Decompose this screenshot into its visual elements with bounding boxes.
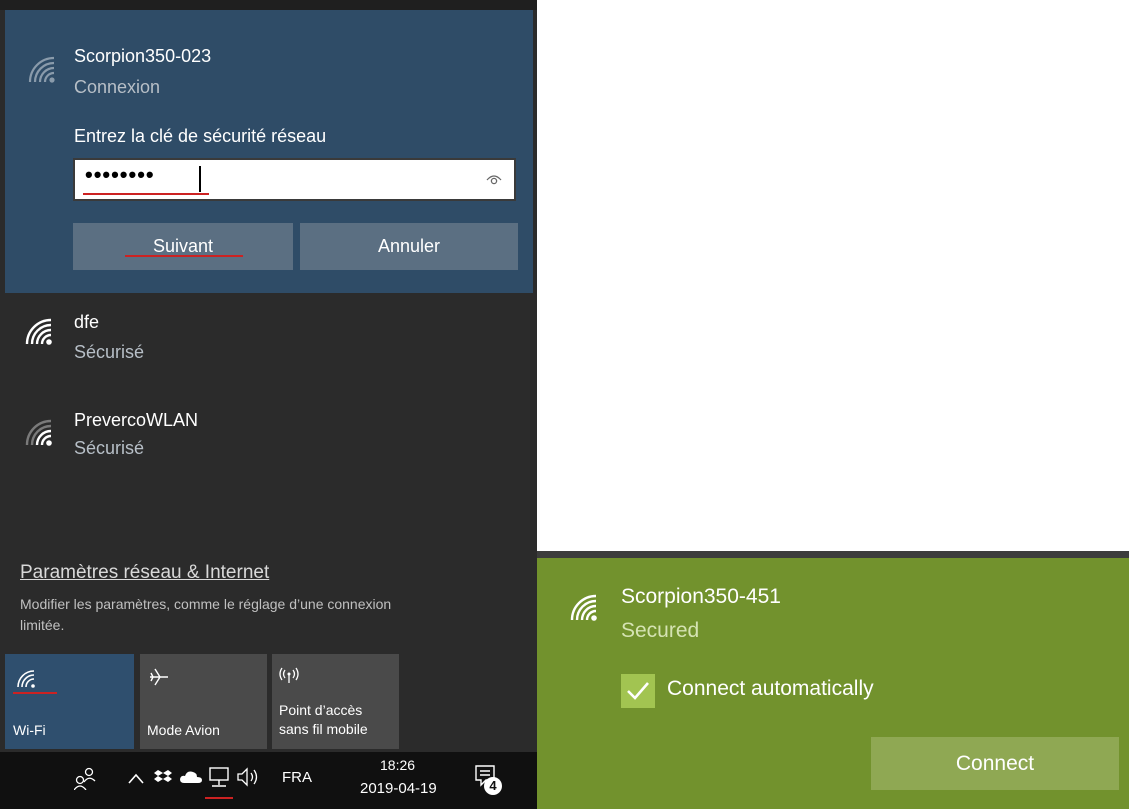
- network-name: dfe: [74, 312, 100, 332]
- reveal-password-eye-icon[interactable]: [486, 172, 502, 191]
- hotspot-label-line: sans fil mobile: [279, 721, 368, 737]
- connect-automatically-label[interactable]: Connect automatically: [667, 677, 874, 701]
- text-caret: [199, 166, 201, 192]
- connect-button[interactable]: Connect: [871, 737, 1119, 790]
- speaker-volume-icon[interactable]: [236, 766, 262, 793]
- next-button[interactable]: Suivant: [73, 223, 293, 270]
- wifi-icon: [15, 668, 37, 693]
- settings-description-line: limitée.: [20, 617, 65, 633]
- settings-description: Modifier les paramètres, comme le réglag…: [20, 594, 391, 636]
- network-item-dfe[interactable]: dfe Sécurisé: [5, 300, 533, 390]
- red-underline-annotation: [13, 692, 57, 694]
- network-settings-link[interactable]: Paramètres réseau & Internet: [20, 562, 269, 584]
- hotspot-label-line: Point d’accès: [279, 702, 363, 718]
- input-language[interactable]: FRA: [282, 769, 312, 786]
- wifi-signal-icon: [24, 52, 58, 86]
- wifi-signal-icon: [566, 590, 600, 629]
- network-name: PrevercoWLAN: [74, 410, 199, 430]
- network-item-prevercowlan[interactable]: PrevercoWLAN Sécurisé: [5, 398, 533, 488]
- dropbox-icon[interactable]: [154, 768, 172, 791]
- wifi-signal-icon: [21, 415, 55, 449]
- airplane-tile-label: Mode Avion: [147, 722, 220, 738]
- airplane-mode-tile[interactable]: Mode Avion: [140, 654, 267, 749]
- flyout-top-edge: [0, 0, 537, 10]
- mobile-hotspot-tile[interactable]: Point d’accès sans fil mobile: [272, 654, 399, 749]
- taskbar: FRA 18:26 2019-04-19 4: [0, 752, 537, 809]
- network-status: Sécurisé: [74, 438, 145, 458]
- cancel-button[interactable]: Annuler: [300, 223, 518, 270]
- green-network-status: Secured: [621, 619, 700, 642]
- password-value: ••••••••: [85, 162, 155, 187]
- airplane-icon: [148, 666, 170, 691]
- people-icon[interactable]: [73, 764, 96, 795]
- wifi-signal-icon: [21, 314, 55, 348]
- onedrive-cloud-icon[interactable]: [180, 770, 202, 789]
- hotspot-tile-label: Point d’accès sans fil mobile: [279, 701, 368, 739]
- wifi-tile-label: Wi-Fi: [13, 722, 46, 738]
- wifi-toggle-tile[interactable]: Wi-Fi: [5, 654, 134, 749]
- settings-description-line: Modifier les paramètres, comme le réglag…: [20, 596, 392, 612]
- security-key-label: Entrez la clé de sécurité réseau: [74, 126, 327, 146]
- notification-count-badge: 4: [484, 777, 502, 795]
- clock-date[interactable]: 2019-04-19: [360, 780, 437, 797]
- selected-network-status: Connexion: [74, 77, 161, 97]
- network-computer-icon[interactable]: [208, 766, 230, 793]
- checkmark-icon: [625, 678, 651, 709]
- network-status: Sécurisé: [74, 342, 145, 362]
- show-hidden-icons-chevron-icon[interactable]: [128, 772, 144, 790]
- green-network-name: Scorpion350-451: [621, 585, 781, 608]
- hotspot-icon: [278, 664, 300, 689]
- red-underline-annotation: [83, 193, 209, 195]
- red-underline-annotation: [205, 797, 233, 799]
- clock-time[interactable]: 18:26: [380, 757, 415, 773]
- red-underline-annotation: [125, 255, 243, 257]
- selected-network-name: Scorpion350-023: [74, 46, 212, 66]
- green-panel-top-edge: [537, 551, 1129, 558]
- connect-automatically-checkbox[interactable]: [621, 674, 655, 708]
- security-key-input[interactable]: ••••••••: [73, 158, 516, 201]
